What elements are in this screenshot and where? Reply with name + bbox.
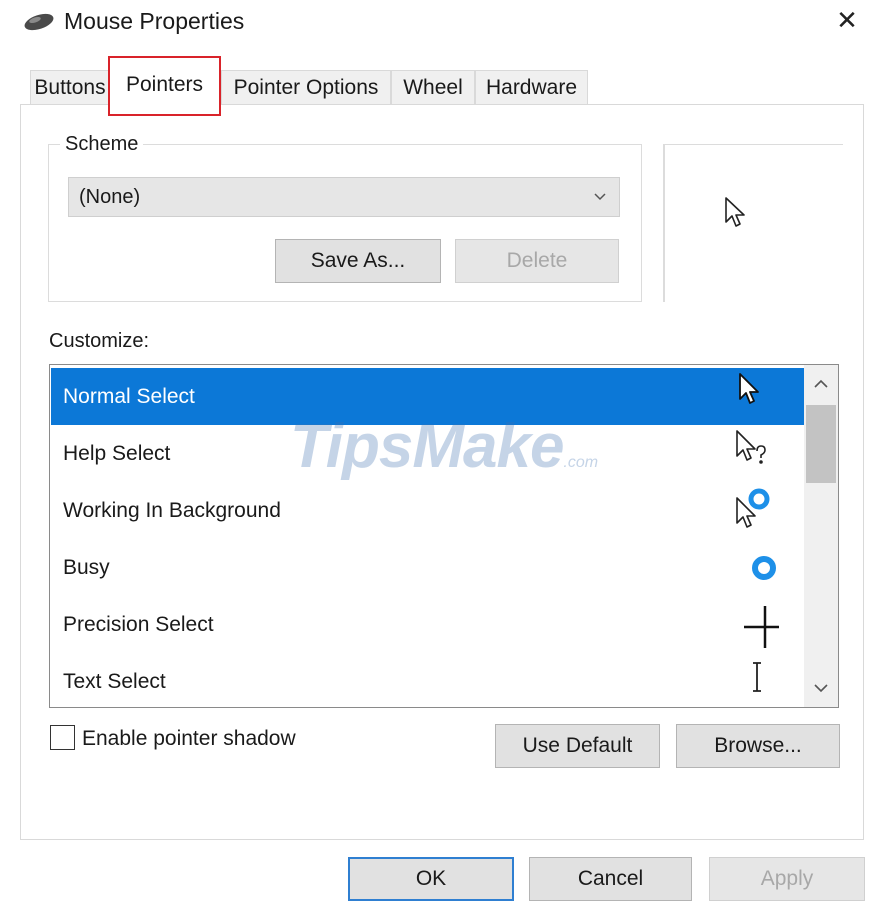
list-item-label: Normal Select: [63, 385, 195, 408]
arrow-pointer-icon: [739, 373, 759, 404]
watermark-brand: TipsMake: [290, 412, 564, 481]
tab-hardware[interactable]: Hardware: [475, 70, 588, 104]
list-scrollbar[interactable]: [804, 365, 838, 707]
window-title: Mouse Properties: [64, 8, 245, 34]
save-as-button[interactable]: Save As...: [275, 239, 441, 283]
scroll-thumb[interactable]: [806, 405, 836, 483]
mouse-icon: [22, 10, 56, 32]
tab-pointer-options[interactable]: Pointer Options: [221, 70, 391, 104]
delete-button[interactable]: Delete: [455, 239, 619, 283]
watermark: TipsMake.com: [290, 412, 598, 498]
customize-label: Customize:: [49, 330, 150, 352]
enable-pointer-shadow-checkbox[interactable]: [50, 725, 75, 750]
crosshair-icon: [744, 606, 779, 648]
watermark-suffix: .com: [563, 454, 599, 471]
list-item-label: Precision Select: [63, 613, 214, 636]
scroll-up-arrow[interactable]: [804, 367, 838, 401]
working-pointer-icon: [736, 488, 770, 528]
cancel-button[interactable]: Cancel: [529, 857, 692, 901]
chevron-down-icon: [593, 178, 607, 230]
busy-ring-icon: [752, 556, 776, 580]
tab-wheel[interactable]: Wheel: [391, 70, 475, 104]
use-default-button[interactable]: Use Default: [495, 724, 660, 768]
ok-button[interactable]: OK: [348, 857, 514, 901]
browse-button[interactable]: Browse...: [676, 724, 840, 768]
list-item-busy[interactable]: Busy: [51, 539, 804, 596]
scroll-down-arrow[interactable]: [804, 671, 838, 705]
list-item-label: Help Select: [63, 442, 171, 465]
close-button[interactable]: ✕: [830, 2, 864, 38]
help-pointer-icon: [736, 430, 766, 464]
tab-pointers[interactable]: Pointers: [108, 56, 221, 116]
tab-buttons[interactable]: Buttons: [30, 70, 110, 104]
list-item-precision-select[interactable]: Precision Select: [51, 596, 804, 653]
arrow-pointer-icon: [725, 197, 745, 227]
list-item-label: Busy: [63, 556, 110, 579]
apply-button[interactable]: Apply: [709, 857, 865, 901]
scheme-dropdown[interactable]: (None): [68, 177, 620, 217]
scheme-label: Scheme: [60, 131, 144, 157]
pointer-preview: [663, 144, 843, 302]
scheme-dropdown-value: (None): [79, 186, 141, 208]
list-item-text-select[interactable]: Text Select: [51, 653, 804, 707]
text-ibeam-icon: [753, 662, 761, 692]
list-item-label: Text Select: [63, 670, 166, 693]
list-item-label: Working In Background: [63, 499, 281, 522]
enable-pointer-shadow-label[interactable]: Enable pointer shadow: [82, 726, 296, 752]
